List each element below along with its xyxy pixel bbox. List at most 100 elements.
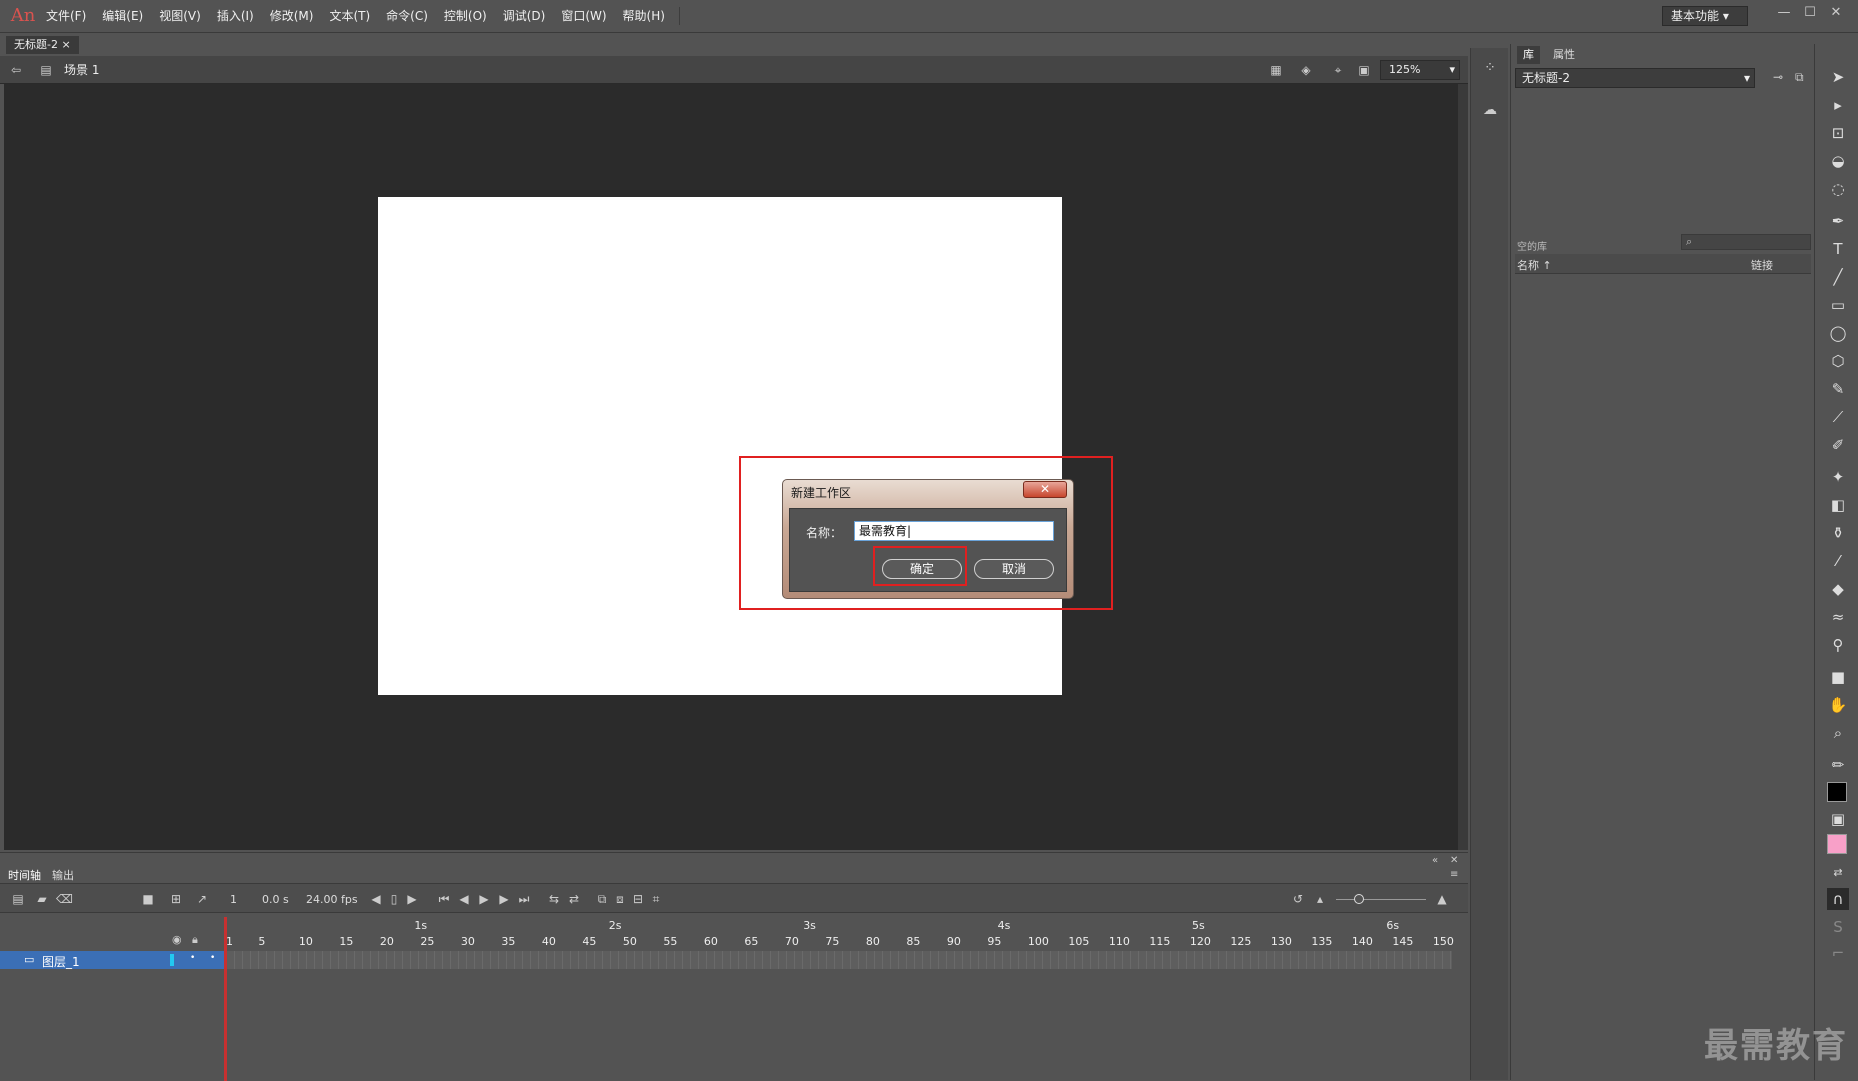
library-document-select[interactable]: 无标题-2 ▾ [1515, 68, 1755, 88]
modify-markers-icon[interactable]: ⌗ [648, 891, 664, 907]
library-search-input[interactable]: ⌕ [1681, 234, 1811, 250]
new-layer-icon[interactable]: ▤ [10, 891, 26, 907]
layer-parenting-icon[interactable]: ⊞ [168, 891, 184, 907]
menu-item[interactable]: 命令(C) [378, 0, 436, 33]
document-tab[interactable]: 无标题-2 × [6, 36, 79, 54]
line-tool-icon[interactable]: ╱ [1827, 266, 1849, 288]
graph-icon[interactable]: ↗ [194, 891, 210, 907]
onion-skin-outlines-icon[interactable]: ⧈ [612, 891, 628, 907]
bone-tool-icon[interactable]: ✦ [1827, 466, 1849, 488]
pin-icon[interactable]: ⊸ [1773, 70, 1783, 84]
stroke-color-icon[interactable]: ✏ [1827, 754, 1849, 776]
center-frame-icon[interactable]: ⇄ [566, 891, 582, 907]
menu-item[interactable]: 文本(T) [321, 0, 378, 33]
ink-bottle-tool-icon[interactable]: ⚱ [1827, 522, 1849, 544]
tab-timeline[interactable]: 时间轴 [8, 867, 41, 883]
eraser-tool-icon[interactable]: ◆ [1827, 578, 1849, 600]
paint-bucket-tool-icon[interactable]: ◧ [1827, 494, 1849, 516]
tab-output[interactable]: 输出 [52, 867, 74, 883]
menu-item[interactable]: 调试(D) [495, 0, 554, 33]
elapsed-time[interactable]: 0.0 s [262, 893, 289, 906]
selection-tool-icon[interactable]: ➤ [1827, 66, 1849, 88]
workspace-name-input[interactable]: 最需教育| [854, 521, 1054, 541]
camera-icon[interactable]: ■ [140, 891, 156, 907]
snap-magnet-icon[interactable]: ∩ [1827, 888, 1849, 910]
new-library-panel-icon[interactable]: ⧉ [1795, 70, 1804, 85]
stage-vertical-scrollbar[interactable] [1458, 84, 1468, 850]
subselection-tool-icon[interactable]: ▸ [1827, 94, 1849, 116]
oval-tool-icon[interactable]: ◯ [1827, 322, 1849, 344]
visibility-dot-icon[interactable]: • [190, 953, 195, 963]
go-to-last-frame-icon[interactable]: ⏭ [516, 891, 532, 907]
frame-rate[interactable]: 24.00 fps [306, 893, 358, 906]
clip-content-icon[interactable]: ▣ [1356, 62, 1372, 78]
pencil-tool-icon[interactable]: ✎ [1827, 378, 1849, 400]
maximize-button[interactable]: ☐ [1798, 4, 1822, 22]
asset-warp-tool-icon[interactable]: ⚲ [1827, 634, 1849, 656]
zoom-out-frames-icon[interactable]: ▴ [1312, 891, 1328, 907]
cancel-button[interactable]: 取消 [974, 559, 1054, 579]
lock-all-layers-icon[interactable]: 🔒︎ [192, 933, 198, 947]
delete-layer-icon[interactable]: ⌫ [56, 891, 73, 907]
prev-keyframe-icon[interactable]: ◀ [368, 891, 384, 907]
menu-item[interactable]: 窗口(W) [553, 0, 614, 33]
brush-tool-icon[interactable]: ✐ [1827, 434, 1849, 456]
eyedropper-tool-icon[interactable]: ⁄ [1827, 550, 1849, 572]
menu-item[interactable]: 修改(M) [262, 0, 322, 33]
width-tool-icon[interactable]: ≈ [1827, 606, 1849, 628]
loop-playback-icon[interactable]: ↺ [1290, 891, 1306, 907]
hand-tool-icon[interactable]: ✋ [1827, 694, 1849, 716]
panel-menu-icon[interactable]: ≡ [1450, 869, 1458, 880]
frame-zoom-slider-handle[interactable] [1354, 894, 1364, 904]
zoom-tool-icon[interactable]: ⌕ [1827, 722, 1849, 744]
text-tool-icon[interactable]: T [1827, 238, 1849, 260]
column-linkage[interactable]: 链接 [1751, 257, 1773, 273]
minimize-button[interactable]: — [1772, 4, 1796, 22]
step-back-icon[interactable]: ◀ [456, 891, 472, 907]
paint-brush-tool-icon[interactable]: ⟋ [1827, 406, 1849, 428]
layer-row[interactable]: ▭ 图层_1 • • [0, 951, 226, 969]
edit-symbol-icon[interactable]: ◈ [1298, 62, 1314, 78]
3d-rotation-tool-icon[interactable]: ◒ [1827, 150, 1849, 172]
motion-presets-icon[interactable]: ⁘ [1480, 58, 1500, 78]
show-all-layers-icon[interactable]: ◉ [172, 933, 182, 946]
insert-keyframe-icon[interactable]: ▯ [386, 891, 402, 907]
menu-item[interactable]: 编辑(E) [94, 0, 151, 33]
polystar-tool-icon[interactable]: ⬡ [1827, 350, 1849, 372]
go-to-first-frame-icon[interactable]: ⏮ [436, 891, 452, 907]
back-arrow-icon[interactable]: ⇦ [8, 62, 24, 78]
current-frame[interactable]: 1 [230, 893, 237, 906]
tab-library[interactable]: 库 [1517, 46, 1540, 64]
menu-item[interactable]: 插入(I) [209, 0, 262, 33]
swap-colors-icon[interactable]: ⇄ [1827, 862, 1849, 884]
pen-tool-icon[interactable]: ✒ [1827, 210, 1849, 232]
frame-zoom-slider[interactable] [1336, 899, 1426, 900]
new-folder-icon[interactable]: ▰ [34, 891, 50, 907]
menu-item[interactable]: 控制(O) [436, 0, 495, 33]
zoom-select[interactable]: 125% ▾ [1380, 60, 1460, 80]
lock-dot-icon[interactable]: • [210, 953, 215, 963]
stroke-color-swatch[interactable] [1827, 782, 1847, 802]
workspace-switcher[interactable]: 基本功能 ▾ [1662, 6, 1748, 26]
onion-skin-icon[interactable]: ⧉ [594, 891, 610, 907]
menu-item[interactable]: 帮助(H) [615, 0, 673, 33]
center-stage-icon[interactable]: ⌖ [1330, 62, 1346, 78]
camera-tool-icon[interactable]: ■ [1827, 666, 1849, 688]
cc-libraries-icon[interactable]: ☁ [1480, 100, 1500, 120]
fill-color-icon[interactable]: ▣ [1827, 808, 1849, 830]
fill-color-swatch[interactable] [1827, 834, 1847, 854]
dialog-close-button[interactable]: ✕ [1023, 481, 1067, 498]
column-name[interactable]: 名称 ↑ [1517, 257, 1552, 273]
close-tab-icon[interactable]: × [61, 38, 70, 51]
play-icon[interactable]: ▶ [476, 891, 492, 907]
tab-properties[interactable]: 属性 [1547, 46, 1581, 64]
lasso-tool-icon[interactable]: ◌ [1827, 178, 1849, 200]
edit-multiple-frames-icon[interactable]: ⊟ [630, 891, 646, 907]
free-transform-tool-icon[interactable]: ⊡ [1827, 122, 1849, 144]
collapse-icon[interactable]: « [1432, 855, 1438, 866]
menu-item[interactable]: 文件(F) [38, 0, 94, 33]
next-keyframe-icon[interactable]: ▶ [404, 891, 420, 907]
straighten-icon[interactable]: ⌐ [1827, 942, 1849, 964]
step-forward-icon[interactable]: ▶ [496, 891, 512, 907]
layer-name[interactable]: 图层_1 [42, 953, 80, 970]
